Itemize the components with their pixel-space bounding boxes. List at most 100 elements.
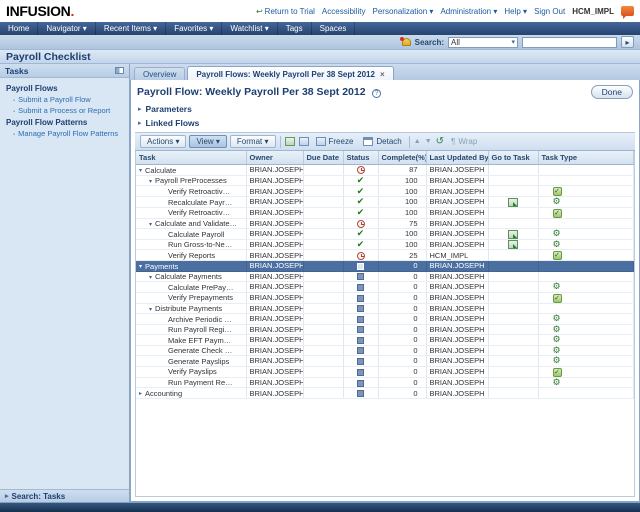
column-header-complete[interactable]: Complete(%) xyxy=(378,151,426,165)
toolbar-menu-format[interactable]: Format ▾ xyxy=(230,135,276,148)
feedback-icon[interactable] xyxy=(621,6,634,16)
tree-collapse-icon[interactable]: ▾ xyxy=(139,264,142,270)
table-row-recalculate-payroll-for-r[interactable]: Recalculate Payroll for R...BRIAN.JOSEPH… xyxy=(136,197,634,208)
nav-item-watchlist[interactable]: Watchlist ▾ xyxy=(222,22,277,35)
sidebar-item-manage-payroll-flow-patterns[interactable]: Manage Payroll Flow Patterns xyxy=(0,128,129,139)
table-row-run-payroll-register-re[interactable]: Run Payroll Register Re...BRIAN.JOSEPH0B… xyxy=(136,324,634,335)
column-header-last-updated-by[interactable]: Last Updated By ▴ xyxy=(426,151,488,165)
table-row-payroll-preprocesses[interactable]: ▾Payroll PreProcessesBRIAN.JOSEPH✔100BRI… xyxy=(136,175,634,186)
toolbar-menu-actions[interactable]: Actions ▾ xyxy=(140,135,186,148)
table-row-accounting[interactable]: ▸AccountingBRIAN.JOSEPH0BRIAN.JOSEPH xyxy=(136,388,634,399)
column-header-status[interactable]: Status xyxy=(343,151,378,165)
task-name[interactable]: Calculate Payroll xyxy=(168,230,224,239)
close-icon[interactable]: × xyxy=(380,70,385,79)
search-go-button[interactable]: ▸ xyxy=(621,36,634,48)
go-to-task-icon[interactable] xyxy=(508,240,518,249)
notification-bell-icon[interactable] xyxy=(402,38,411,46)
header-link-help[interactable]: Help ▾ xyxy=(504,7,527,16)
tree-collapse-icon[interactable]: ▾ xyxy=(149,179,152,185)
tree-collapse-icon[interactable]: ▾ xyxy=(139,168,142,174)
refresh-icon[interactable]: ↺ xyxy=(436,136,444,147)
freeze-button[interactable]: Freeze xyxy=(313,136,357,147)
column-header-due-date[interactable]: Due Date xyxy=(303,151,343,165)
task-name[interactable]: Calculate PrePayments xyxy=(168,283,234,292)
table-row-archive-periodic-payroll[interactable]: Archive Periodic Payroll...BRIAN.JOSEPH0… xyxy=(136,314,634,325)
nav-item-navigator[interactable]: Navigator ▾ xyxy=(38,22,95,35)
task-name[interactable]: Run Payroll Register Re... xyxy=(168,325,234,334)
table-row-verify-retroactive-report[interactable]: Verify Retroactive ReportBRIAN.JOSEPH✔10… xyxy=(136,207,634,218)
table-row-calculate-prepayments[interactable]: Calculate PrePaymentsBRIAN.JOSEPH0BRIAN.… xyxy=(136,282,634,293)
task-name[interactable]: Verify Prepayments xyxy=(168,293,233,302)
task-name[interactable]: Verify Payslips xyxy=(168,367,217,376)
go-to-task-icon[interactable] xyxy=(508,230,518,239)
tree-expand-icon[interactable]: ▸ xyxy=(139,391,142,397)
tab-overview[interactable]: Overview xyxy=(134,67,185,80)
table-row-calculate-payments[interactable]: ▾Calculate PaymentsBRIAN.JOSEPH0BRIAN.JO… xyxy=(136,271,634,282)
column-header-task[interactable]: Task xyxy=(136,151,246,165)
table-row-calculate-payroll[interactable]: Calculate PayrollBRIAN.JOSEPH✔100BRIAN.J… xyxy=(136,229,634,240)
task-name[interactable]: Calculate and Validate Payroll xyxy=(155,219,237,228)
table-row-distribute-payments[interactable]: ▾Distribute PaymentsBRIAN.JOSEPH0BRIAN.J… xyxy=(136,303,634,314)
column-header-owner[interactable]: Owner xyxy=(246,151,303,165)
header-link-sign-out[interactable]: Sign Out xyxy=(534,7,565,16)
task-name[interactable]: Make EFT Payments xyxy=(168,336,234,345)
task-name[interactable]: Calculate Payments xyxy=(155,272,222,281)
sidebar-item-submit-a-process-or-report[interactable]: Submit a Process or Report xyxy=(0,105,129,116)
task-name[interactable]: Payments xyxy=(145,262,178,271)
task-name[interactable]: Generate Check Payments xyxy=(168,346,234,355)
task-name[interactable]: Payroll PreProcesses xyxy=(155,176,227,185)
nav-item-spaces[interactable]: Spaces xyxy=(312,22,356,35)
task-name[interactable]: Recalculate Payroll for R... xyxy=(168,198,234,207)
task-name[interactable]: Distribute Payments xyxy=(155,304,222,313)
table-row-verify-payslips[interactable]: Verify PayslipsBRIAN.JOSEPH0BRIAN.JOSEPH… xyxy=(136,366,634,377)
nav-item-tags[interactable]: Tags xyxy=(278,22,312,35)
sidebar-search-section[interactable]: ▸ Search: Tasks xyxy=(0,489,129,502)
task-name[interactable]: Archive Periodic Payroll... xyxy=(168,315,234,324)
header-link-administration[interactable]: Administration ▾ xyxy=(440,7,497,16)
nav-item-home[interactable]: Home xyxy=(0,22,38,35)
help-icon[interactable]: ? xyxy=(372,89,381,98)
done-button[interactable]: Done xyxy=(591,85,633,99)
tab-payroll-flows-weekly-payroll-per-38-sept-2012[interactable]: Payroll Flows: Weekly Payroll Per 38 Sep… xyxy=(187,66,393,80)
toolbar-menu-view[interactable]: View ▾ xyxy=(189,135,226,148)
table-row-run-payment-register-r[interactable]: Run Payment Register R...BRIAN.JOSEPH0BR… xyxy=(136,377,634,388)
table-row-generate-check-payments[interactable]: Generate Check PaymentsBRIAN.JOSEPH0BRIA… xyxy=(136,345,634,356)
task-name[interactable]: Verify Reports xyxy=(168,251,215,260)
detach-button[interactable]: Detach xyxy=(360,136,404,147)
section-linked-flows[interactable]: ▸Linked Flows xyxy=(131,116,639,130)
table-row-verify-retroactive-notifi[interactable]: Verify Retroactive Notifi...BRIAN.JOSEPH… xyxy=(136,186,634,197)
tree-collapse-icon[interactable]: ▾ xyxy=(149,307,152,313)
search-scope-select[interactable]: All▾ xyxy=(448,37,518,48)
column-header-go-to-task[interactable]: Go to Task xyxy=(488,151,538,165)
tree-collapse-icon[interactable]: ▾ xyxy=(149,275,152,281)
header-link-accessibility[interactable]: Accessibility xyxy=(322,7,366,16)
go-to-task-icon[interactable] xyxy=(508,198,518,207)
table-row-calculate[interactable]: ▾CalculateBRIAN.JOSEPH87BRIAN.JOSEPH xyxy=(136,165,634,176)
task-name[interactable]: Verify Retroactive Notifi... xyxy=(168,187,234,196)
table-row-run-gross-to-net-report[interactable]: Run Gross-to-Net ReportBRIAN.JOSEPH✔100B… xyxy=(136,239,634,250)
section-parameters[interactable]: ▸Parameters xyxy=(131,102,639,116)
table-row-verify-reports[interactable]: Verify ReportsBRIAN.JOSEPH25HCM_IMPL✓ xyxy=(136,250,634,261)
header-link-return-to-trial[interactable]: ↩Return to Trial xyxy=(256,7,315,16)
tree-collapse-icon[interactable]: ▾ xyxy=(149,222,152,228)
table-row-generate-payslips[interactable]: Generate PayslipsBRIAN.JOSEPH0BRIAN.JOSE… xyxy=(136,356,634,367)
query-by-example-icon[interactable] xyxy=(299,137,309,146)
task-name[interactable]: Verify Retroactive Report xyxy=(168,208,234,217)
export-icon[interactable] xyxy=(285,137,295,146)
collapse-pane-icon[interactable] xyxy=(115,67,124,74)
header-link-personalization[interactable]: Personalization ▾ xyxy=(373,7,434,16)
sidebar-item-submit-a-payroll-flow[interactable]: Submit a Payroll Flow xyxy=(0,94,129,105)
task-name[interactable]: Generate Payslips xyxy=(168,357,229,366)
table-row-make-eft-payments[interactable]: Make EFT PaymentsBRIAN.JOSEPH0BRIAN.JOSE… xyxy=(136,335,634,346)
column-header-task-type[interactable]: Task Type xyxy=(538,151,634,165)
search-input[interactable] xyxy=(522,37,617,48)
task-name[interactable]: Run Payment Register R... xyxy=(168,378,234,387)
nav-item-recent-items[interactable]: Recent Items ▾ xyxy=(96,22,166,35)
task-name[interactable]: Accounting xyxy=(145,389,182,398)
nav-item-favorites[interactable]: Favorites ▾ xyxy=(166,22,222,35)
table-row-verify-prepayments[interactable]: Verify PrepaymentsBRIAN.JOSEPH0BRIAN.JOS… xyxy=(136,292,634,303)
table-row-payments[interactable]: ▾PaymentsBRIAN.JOSEPH0BRIAN.JOSEPH xyxy=(136,261,634,272)
table-row-calculate-and-validate-payroll[interactable]: ▾Calculate and Validate PayrollBRIAN.JOS… xyxy=(136,218,634,229)
task-name[interactable]: Calculate xyxy=(145,166,176,175)
task-name[interactable]: Run Gross-to-Net Report xyxy=(168,240,234,249)
